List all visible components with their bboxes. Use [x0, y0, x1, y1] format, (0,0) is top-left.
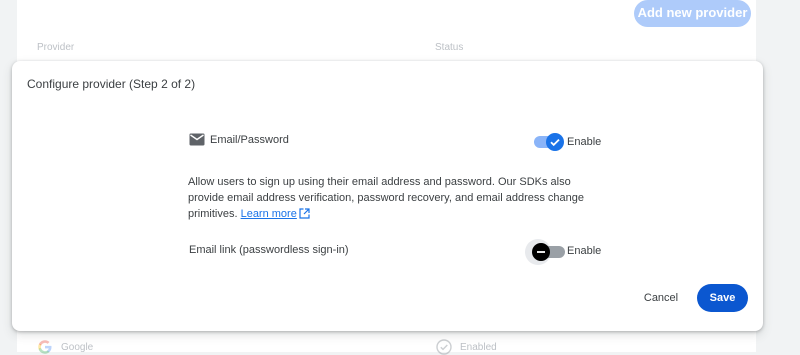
email-link-label: Email link (passwordless sign-in) [189, 244, 349, 256]
save-button[interactable]: Save [697, 284, 748, 312]
status-text: Enabled [460, 341, 497, 353]
check-icon [550, 138, 560, 147]
email-password-label: Email/Password [210, 134, 289, 146]
email-password-toggle-label: Enable [567, 136, 602, 148]
email-link-toggle-label: Enable [567, 245, 602, 257]
learn-more-link[interactable]: Learn more [241, 208, 297, 220]
email-link-toggle[interactable]: Enable [525, 239, 609, 265]
google-icon [37, 339, 53, 355]
toggle-thumb [546, 133, 564, 151]
add-new-provider-button[interactable]: Add new provider [634, 0, 751, 27]
minus-icon [537, 251, 545, 253]
open-in-new-icon[interactable] [299, 208, 310, 224]
configure-provider-dialog: Configure provider (Step 2 of 2) Email/P… [12, 61, 763, 331]
dialog-title: Configure provider (Step 2 of 2) [27, 77, 196, 91]
cancel-button[interactable]: Cancel [639, 286, 683, 310]
provider-status: Enabled [436, 339, 497, 355]
provider-row-google: Google [37, 339, 93, 355]
toggle-thumb [532, 243, 550, 261]
email-password-description: Allow users to sign up using their email… [188, 174, 588, 224]
email-password-toggle[interactable]: Enable [534, 133, 614, 151]
email-password-provider: Email/Password [189, 133, 289, 147]
provider-name: Google [61, 341, 94, 353]
check-circle-icon [436, 339, 452, 355]
column-header-provider: Provider [37, 42, 75, 53]
column-header-status: Status [435, 42, 464, 53]
mail-icon [189, 133, 205, 147]
